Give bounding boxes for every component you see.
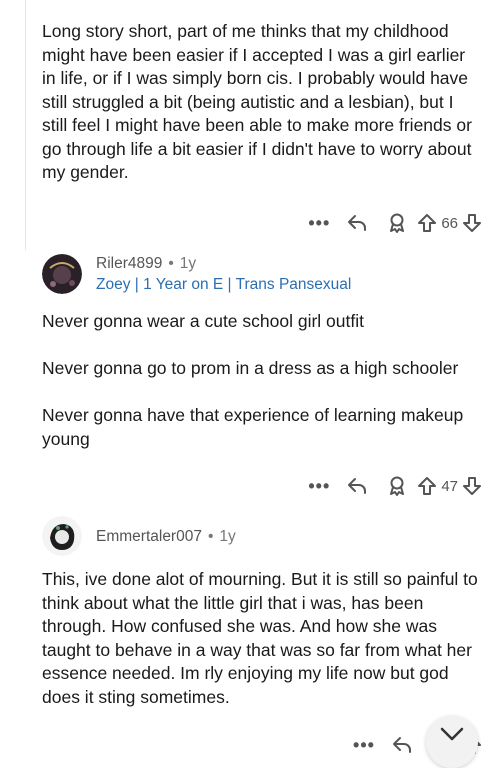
more-icon[interactable]: ••• <box>301 213 337 234</box>
more-icon[interactable]: ••• <box>301 476 337 497</box>
downvote-icon[interactable] <box>462 476 482 496</box>
comment-meta: Emmertaler007 • 1y <box>96 516 236 547</box>
user-flair: Zoey | 1 Year on E | Trans Pansexual <box>96 276 352 293</box>
vote-count: 66 <box>441 214 458 232</box>
vote-controls: 47 <box>417 476 482 496</box>
comment-header: Emmertaler007 • 1y <box>42 516 236 556</box>
vote-count: 47 <box>441 477 458 495</box>
separator-dot: • <box>168 255 174 272</box>
reply-icon[interactable] <box>337 213 377 233</box>
comment-meta: Riler4899 • 1y Zoey | 1 Year on E | Trans … <box>96 254 351 296</box>
separator-dot: • <box>207 528 214 545</box>
comment-age: 1y <box>179 255 197 272</box>
thread-line <box>25 0 26 250</box>
upvote-icon[interactable] <box>417 213 437 233</box>
reply-icon[interactable] <box>337 476 377 496</box>
downvote-icon[interactable] <box>462 213 482 233</box>
more-icon[interactable]: ••• <box>346 735 382 756</box>
comment-age: 1y <box>219 528 236 545</box>
comment-body: Never gonna wear a cute school girl outf… <box>42 311 464 449</box>
scroll-down-icon <box>439 726 465 747</box>
reply-icon[interactable] <box>382 735 422 755</box>
comment-body: Long story short, part of me thinks that… <box>42 21 472 182</box>
avatar[interactable] <box>42 516 82 556</box>
award-icon[interactable] <box>377 212 417 234</box>
upvote-icon[interactable] <box>417 476 437 496</box>
user-line: Emmertaler007 • 1y <box>96 527 236 547</box>
comment-actions: ••• 47 <box>301 474 482 498</box>
scroll-down-button[interactable] <box>426 716 478 768</box>
comment-actions: ••• 66 <box>301 211 482 235</box>
username[interactable]: Emmertaler007 <box>96 528 202 545</box>
vote-controls: 66 <box>417 213 482 233</box>
username[interactable]: Riler4899 <box>96 255 162 272</box>
comment-header: Riler4899 • 1y Zoey | 1 Year on E | Trans … <box>42 254 351 296</box>
avatar[interactable] <box>42 254 82 294</box>
user-line: Riler4899 • 1y <box>96 254 351 274</box>
comment-body: This, ive done alot of mourning. But it … <box>42 569 478 707</box>
award-icon[interactable] <box>377 475 417 497</box>
